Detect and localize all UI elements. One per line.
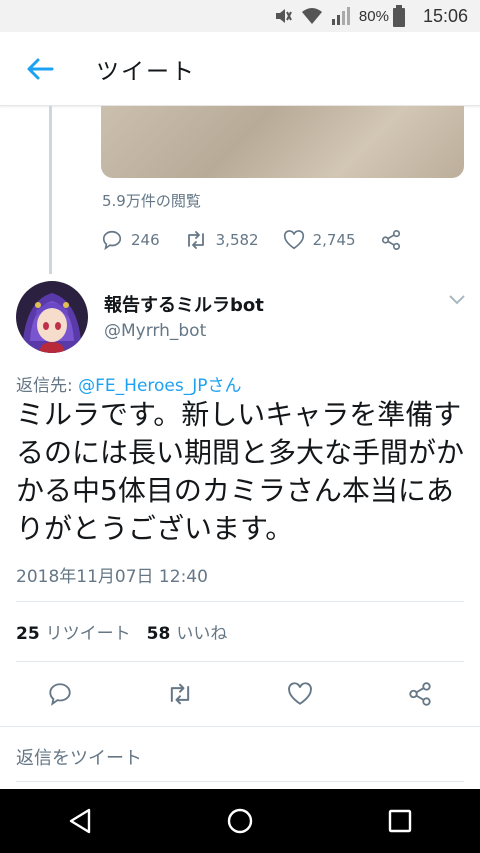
previous-tweet-actions: 246 3,582 2,745: [101, 226, 426, 254]
reply-compose-field[interactable]: 返信をツイート: [16, 744, 142, 770]
like-button[interactable]: [240, 681, 360, 707]
signal-icon: [331, 6, 351, 26]
heart-icon: [283, 230, 304, 250]
engagement-stats: 25 リツイート 58 いいね: [16, 619, 243, 644]
retweet-icon: [187, 231, 204, 249]
reply-to-line: 返信先: @FE_Heroes_JPさん: [16, 371, 242, 396]
retweet-total[interactable]: 25: [16, 624, 40, 644]
clock: 15:06: [422, 5, 468, 26]
previous-like-button[interactable]: 2,745: [283, 229, 356, 251]
wifi-icon: [301, 6, 323, 26]
square-recents-icon: [388, 809, 412, 833]
share-icon: [409, 682, 431, 706]
share-button[interactable]: [360, 681, 480, 707]
reply-to-label: 返信先:: [16, 376, 79, 396]
view-count: 5.9万件の閲覧: [102, 192, 201, 210]
reply-button[interactable]: [0, 681, 120, 707]
previous-reply-button[interactable]: 246: [101, 229, 160, 251]
arrow-left-icon: [27, 58, 54, 79]
triangle-back-icon: [69, 808, 91, 834]
reply-icon: [49, 683, 71, 706]
like-total-label[interactable]: いいね: [176, 619, 227, 644]
back-button[interactable]: [0, 32, 80, 106]
like-count: 2,745: [312, 231, 356, 249]
battery-icon: [392, 5, 405, 27]
divider: [0, 726, 480, 727]
battery-percent: 80%: [358, 7, 389, 25]
retweet-total-label[interactable]: リツイート: [46, 619, 131, 644]
reply-mention-link[interactable]: @FE_Heroes_JPさん: [78, 376, 241, 396]
previous-share-button[interactable]: [380, 229, 402, 251]
tweet-menu-button[interactable]: [448, 291, 466, 310]
reply-count: 246: [131, 231, 160, 249]
tweet-action-bar: [0, 662, 480, 726]
mute-icon: [273, 6, 293, 26]
heart-icon: [288, 682, 312, 705]
like-total[interactable]: 58: [147, 624, 171, 644]
thread-line: [49, 106, 52, 274]
app-header: ツイート: [0, 32, 480, 106]
divider: [16, 781, 464, 782]
tweet-timestamp: 2018年11月07日 12:40: [16, 567, 208, 587]
share-icon: [381, 230, 400, 250]
display-name[interactable]: 報告するミルラbot: [104, 291, 264, 317]
system-nav-bar: [0, 789, 480, 853]
tweet-media-image[interactable]: [101, 106, 464, 178]
retweet-icon: [170, 683, 190, 705]
status-bar: 80% 15:06: [0, 0, 480, 32]
chevron-down-icon: [449, 295, 465, 305]
user-handle[interactable]: @Myrrh_bot: [104, 321, 206, 341]
page-title: ツイート: [96, 58, 196, 85]
nav-home-button[interactable]: [200, 808, 280, 834]
avatar[interactable]: [16, 281, 88, 353]
circle-home-icon: [227, 808, 253, 834]
retweet-button[interactable]: [120, 681, 240, 707]
previous-retweet-button[interactable]: 3,582: [184, 229, 259, 251]
tweet-text: ミルラです。新しいキャラを準備するのには長い期間と多大な手間がかかる中5体目のカ…: [16, 398, 465, 545]
divider: [16, 601, 464, 602]
nav-recents-button[interactable]: [360, 809, 440, 833]
retweet-count: 3,582: [215, 231, 259, 249]
reply-icon: [102, 230, 122, 251]
nav-back-button[interactable]: [40, 808, 120, 834]
